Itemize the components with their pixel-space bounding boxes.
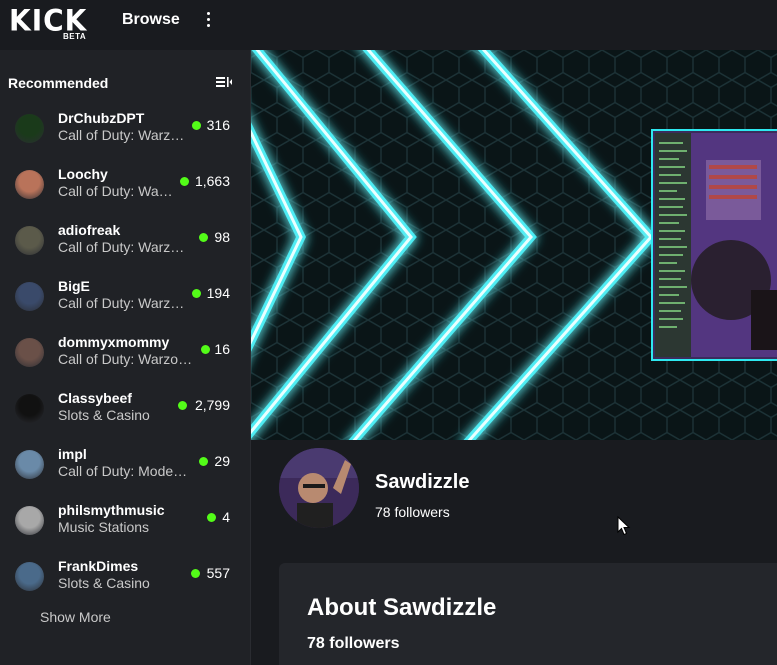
viewer-count: 1,663 bbox=[194, 173, 230, 189]
viewer-count: 4 bbox=[222, 509, 230, 525]
sidebar-channel-item[interactable]: DrChubzDPT Call of Duty: Warz… 316 bbox=[0, 103, 250, 159]
live-indicator-icon bbox=[199, 233, 208, 242]
kebab-menu-icon[interactable] bbox=[202, 12, 214, 30]
channel-name: DrChubzDPT bbox=[58, 110, 145, 126]
banner-art bbox=[251, 50, 777, 440]
live-indicator-icon bbox=[192, 289, 201, 298]
channel-avatar-small bbox=[15, 170, 44, 199]
channel-avatar[interactable] bbox=[279, 448, 359, 528]
channel-avatar-small bbox=[15, 562, 44, 591]
live-indicator-icon bbox=[192, 121, 201, 130]
channel-category: Call of Duty: Warz… bbox=[58, 127, 185, 143]
live-indicator-icon bbox=[178, 401, 187, 410]
live-indicator-icon bbox=[207, 513, 216, 522]
browse-link[interactable]: Browse bbox=[122, 11, 180, 29]
sidebar: Recommended DrChubzDPT Call of Duty: Warz… bbox=[0, 50, 251, 665]
channel-follower-count: 78 followers bbox=[375, 504, 450, 520]
channel-name: dommyxmommy bbox=[58, 334, 170, 350]
sidebar-channel-item[interactable]: adiofreak Call of Duty: Warz… 98 bbox=[0, 215, 250, 271]
sidebar-channel-item[interactable]: Loochy Call of Duty: Wa… 1,663 bbox=[0, 159, 250, 215]
about-follower-count: 78 followers bbox=[307, 635, 400, 652]
channel-name: philsmythmusic bbox=[58, 502, 165, 518]
channel-name: adiofreak bbox=[58, 222, 121, 238]
kick-logo[interactable]: KICK BETA bbox=[9, 6, 89, 41]
channel-avatar-small bbox=[15, 226, 44, 255]
channel-avatar-small bbox=[15, 394, 44, 423]
channel-name: impl bbox=[58, 446, 87, 462]
mouse-cursor-icon bbox=[617, 516, 631, 536]
channel-name[interactable]: Sawdizzle bbox=[375, 471, 469, 494]
channel-category: Slots & Casino bbox=[58, 575, 150, 591]
channel-category: Music Stations bbox=[58, 519, 150, 535]
viewer-count: 29 bbox=[214, 453, 230, 469]
viewer-count: 316 bbox=[206, 117, 230, 133]
sidebar-channel-item[interactable]: dommyxmommy Call of Duty: Warzo… 16 bbox=[0, 327, 250, 383]
live-indicator-icon bbox=[180, 177, 189, 186]
channel-category: Call of Duty: Warz… bbox=[58, 295, 185, 311]
sidebar-channel-item[interactable]: Classybeef Slots & Casino 2,799 bbox=[0, 383, 250, 439]
viewer-count: 2,799 bbox=[194, 397, 230, 413]
sidebar-channel-item[interactable]: BigE Call of Duty: Warz… 194 bbox=[0, 271, 250, 327]
logo-beta-badge: BETA bbox=[63, 32, 87, 41]
viewer-count: 194 bbox=[206, 285, 230, 301]
collapse-sidebar-icon[interactable] bbox=[216, 76, 232, 88]
channel-avatar-small bbox=[15, 338, 44, 367]
channel-category: Call of Duty: Warz… bbox=[58, 239, 185, 255]
channel-name: Loochy bbox=[58, 166, 108, 182]
channel-avatar-small bbox=[15, 114, 44, 143]
viewer-count: 557 bbox=[206, 565, 230, 581]
about-panel: About Sawdizzle 78 followers bbox=[279, 563, 777, 665]
channel-category: Call of Duty: Mode… bbox=[58, 463, 188, 479]
sidebar-channel-item[interactable]: philsmythmusic Music Stations 4 bbox=[0, 495, 250, 551]
viewer-count: 16 bbox=[214, 341, 230, 357]
sidebar-channel-item[interactable]: impl Call of Duty: Mode… 29 bbox=[0, 439, 250, 495]
channel-banner bbox=[251, 50, 777, 440]
channel-category: Slots & Casino bbox=[58, 407, 150, 423]
about-title: About Sawdizzle bbox=[307, 594, 497, 621]
viewer-count: 98 bbox=[214, 229, 230, 245]
stream-preview-image bbox=[651, 129, 777, 361]
show-more-button[interactable]: Show More bbox=[40, 609, 111, 625]
top-bar: KICK BETA Browse bbox=[0, 0, 777, 50]
recommended-heading: Recommended bbox=[8, 75, 109, 91]
channel-main: Sawdizzle 78 followers About Sawdizzle 7… bbox=[251, 50, 777, 665]
channel-name: BigE bbox=[58, 278, 90, 294]
channel-avatar-small bbox=[15, 282, 44, 311]
channel-category: Call of Duty: Wa… bbox=[58, 183, 173, 199]
channel-avatar-small bbox=[15, 450, 44, 479]
live-indicator-icon bbox=[201, 345, 210, 354]
channel-avatar-small bbox=[15, 506, 44, 535]
channel-category: Call of Duty: Warzo… bbox=[58, 351, 193, 367]
live-indicator-icon bbox=[191, 569, 200, 578]
channel-name: Classybeef bbox=[58, 390, 132, 406]
sidebar-channel-item[interactable]: FrankDimes Slots & Casino 557 bbox=[0, 551, 250, 607]
live-indicator-icon bbox=[199, 457, 208, 466]
channel-name: FrankDimes bbox=[58, 558, 139, 574]
